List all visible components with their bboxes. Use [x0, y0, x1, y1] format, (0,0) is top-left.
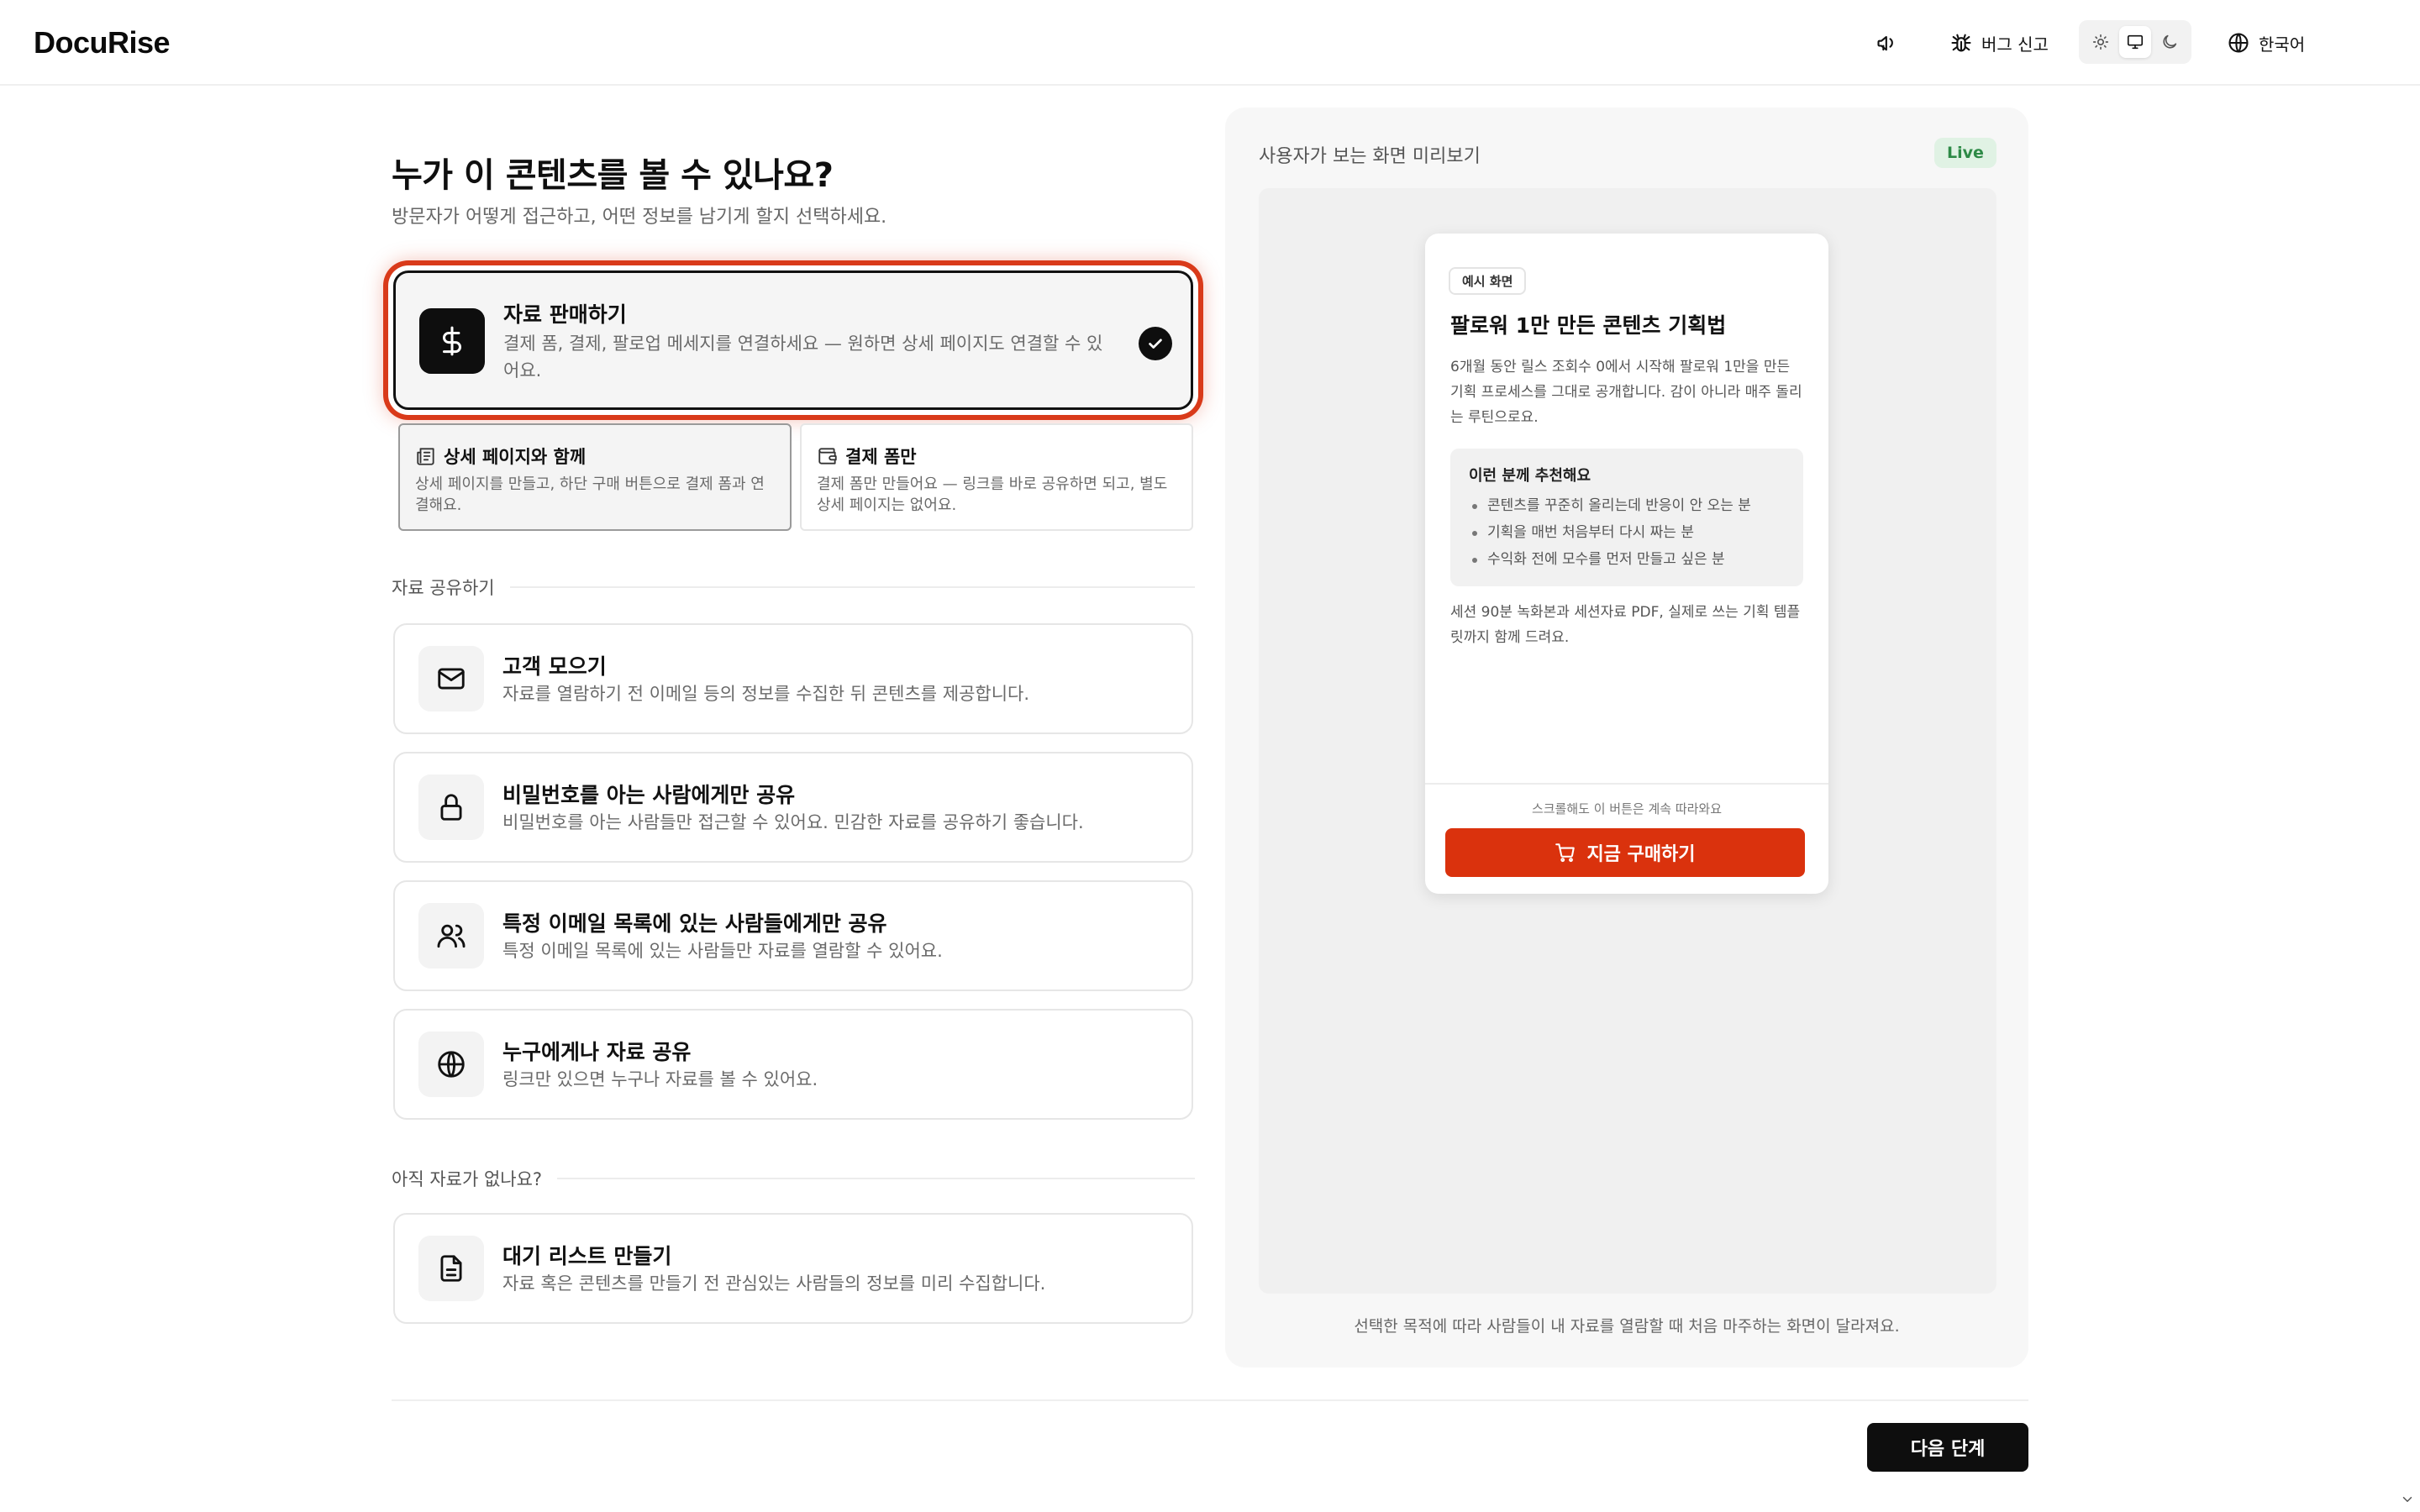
list-item: 수익화 전에 모수를 먼저 만들고 싶은 분 — [1469, 546, 1751, 573]
wallet-icon — [818, 448, 837, 465]
users-icon — [437, 924, 466, 948]
globe-icon — [438, 1051, 465, 1078]
theme-light-button[interactable] — [2085, 26, 2117, 58]
sub-option-title: 상세 페이지와 함께 — [444, 447, 587, 467]
mail-icon — [438, 668, 465, 690]
option-title: 특정 이메일 목록에 있는 사람들에게만 공유 — [502, 911, 887, 936]
option-icon-box — [418, 1236, 484, 1301]
list-item: 기획을 매번 처음부터 다시 짜는 분 — [1469, 519, 1751, 546]
option-title: 고객 모으기 — [502, 654, 607, 679]
theme-dark-button[interactable] — [2154, 26, 2186, 58]
monitor-icon — [2127, 34, 2144, 50]
document-icon — [440, 1255, 462, 1282]
option-icon-box — [418, 646, 484, 711]
section-divider — [509, 586, 1195, 588]
section-label: 자료 공유하기 — [392, 578, 495, 598]
top-header: DocuRise 버그 신고 한국어 — [0, 0, 2420, 86]
option-title: 비밀번호를 아는 사람에게만 공유 — [502, 783, 796, 807]
language-label: 한국어 — [2259, 34, 2306, 55]
sub-option-with-detail-page[interactable]: 상세 페이지와 함께 상세 페이지를 만들고, 하단 구매 버튼으로 결제 폼과… — [398, 423, 792, 531]
megaphone-icon — [1877, 35, 1893, 51]
moon-icon — [2163, 34, 2176, 49]
option-icon-box — [418, 774, 484, 840]
selected-check-icon — [1139, 327, 1172, 360]
recommend-title: 이런 분께 추천해요 — [1469, 467, 1591, 485]
option-public-share[interactable]: 누구에게나 자료 공유 링크만 있으면 누구나 자료를 볼 수 있어요. — [393, 1009, 1193, 1120]
option-description: 결제 폼, 결제, 팔로업 메세지를 연결하세요 — 원하면 상세 페이지도 연… — [503, 333, 1103, 381]
sample-badge: 예시 화면 — [1449, 267, 1527, 295]
option-email-list-share[interactable]: 특정 이메일 목록에 있는 사람들에게만 공유 특정 이메일 목록에 있는 사람… — [393, 880, 1193, 991]
option-sell-content[interactable]: 자료 판매하기 결제 폼, 결제, 팔로업 메세지를 연결하세요 — 원하면 상… — [393, 270, 1193, 410]
option-description: 특정 이메일 목록에 있는 사람들만 자료를 열람할 수 있어요. — [502, 941, 943, 961]
page-subtitle: 방문자가 어떻게 접근하고, 어떤 정보를 남기게 할지 선택하세요. — [392, 207, 887, 228]
sample-body-secondary: 세션 90분 녹화본과 세션자료 PDF, 실제로 쓰는 기획 템플릿까지 함께… — [1450, 604, 1801, 646]
announcement-button[interactable] — [1876, 24, 1899, 62]
option-description: 자료 혹은 콘텐츠를 만들기 전 관심있는 사람들의 정보를 미리 수집합니다. — [502, 1273, 1046, 1294]
sample-body: 6개월 동안 릴스 조회수 0에서 시작해 팔로워 1만을 만든 기획 프로세스… — [1450, 359, 1802, 426]
section-waitlist: 아직 자료가 없나요? — [392, 1166, 1195, 1191]
option-description: 링크만 있으면 누구나 자료를 볼 수 있어요. — [502, 1069, 818, 1089]
globe-icon — [2228, 33, 2249, 53]
dollar-icon — [442, 326, 461, 356]
chevron-down-icon[interactable] — [2400, 1492, 2415, 1507]
option-icon-box — [418, 1032, 484, 1097]
list-item: 콘텐츠를 꾸준히 올리는데 반응이 안 오는 분 — [1469, 492, 1751, 519]
option-title: 대기 리스트 만들기 — [502, 1244, 672, 1268]
option-description: 비밀번호를 아는 사람들만 접근할 수 있어요. 민감한 자료를 공유하기 좋습… — [502, 812, 1084, 832]
cart-icon — [1555, 843, 1576, 863]
bug-report-label: 버그 신고 — [1981, 34, 2049, 55]
option-description: 자료를 열람하기 전 이메일 등의 정보를 수집한 뒤 콘텐츠를 제공합니다. — [502, 684, 1030, 704]
option-icon-box — [418, 903, 484, 969]
section-share: 자료 공유하기 — [392, 575, 1195, 600]
theme-switcher — [2079, 20, 2191, 64]
preview-footer-note: 선택한 목적에 따라 사람들이 내 자료를 열람할 때 처음 마주하는 화면이 … — [1354, 1317, 1900, 1336]
option-title: 자료 판매하기 — [503, 302, 627, 327]
newspaper-icon — [417, 448, 434, 465]
scroll-note: 스크롤해도 이 버튼은 계속 따라와요 — [1531, 801, 1723, 816]
recommend-list: 콘텐츠를 꾸준히 올리는데 반응이 안 오는 분 기획을 매번 처음부터 다시 … — [1469, 492, 1751, 573]
language-selector[interactable]: 한국어 — [2227, 24, 2305, 62]
buy-now-button[interactable]: 지금 구매하기 — [1445, 828, 1805, 877]
sub-option-payment-form-only[interactable]: 결제 폼만 결제 폼만 만들어요 — 링크를 바로 공유하면 되고, 별도 상세… — [800, 423, 1193, 531]
preview-canvas[interactable]: 예시 화면 팔로워 1만 만든 콘텐츠 기획법 6개월 동안 릴스 조회수 0에… — [1259, 188, 1996, 1294]
preview-label: 사용자가 보는 화면 미리보기 — [1259, 146, 1481, 167]
sub-option-description: 상세 페이지를 만들고, 하단 구매 버튼으로 결제 폼과 연결해요. — [415, 475, 765, 514]
page-title: 누가 이 콘텐츠를 볼 수 있나요? — [392, 156, 834, 195]
section-label: 아직 자료가 없나요? — [392, 1169, 543, 1189]
sub-option-title: 결제 폼만 — [845, 447, 917, 467]
preview-panel: 사용자가 보는 화면 미리보기 Live 예시 화면 팔로워 1만 만든 콘텐츠… — [1225, 108, 2028, 1368]
lock-icon — [440, 794, 462, 821]
sample-sticky-footer: 스크롤해도 이 버튼은 계속 따라와요 지금 구매하기 — [1425, 783, 1828, 894]
sun-icon — [2093, 34, 2109, 50]
section-divider — [557, 1178, 1195, 1179]
footer-divider — [392, 1399, 2028, 1401]
option-collect-customers[interactable]: 고객 모으기 자료를 열람하기 전 이메일 등의 정보를 수집한 뒤 콘텐츠를 … — [393, 623, 1193, 734]
bug-icon — [1951, 34, 1971, 52]
option-title: 누구에게나 자료 공유 — [502, 1040, 692, 1064]
sample-title: 팔로워 1만 만든 콘텐츠 기획법 — [1450, 313, 1727, 338]
sample-page: 예시 화면 팔로워 1만 만든 콘텐츠 기획법 6개월 동안 릴스 조회수 0에… — [1425, 234, 1828, 894]
sub-option-description: 결제 폼만 만들어요 — 링크를 바로 공유하면 되고, 별도 상세 페이지는 … — [817, 475, 1168, 514]
logo[interactable]: DocuRise — [34, 25, 171, 60]
next-step-button[interactable]: 다음 단계 — [1867, 1423, 2028, 1472]
bug-report-button[interactable]: 버그 신고 — [1949, 24, 2049, 62]
theme-system-button[interactable] — [2118, 26, 2151, 58]
option-icon-box — [419, 308, 485, 374]
recommend-box: 이런 분께 추천해요 콘텐츠를 꾸준히 올리는데 반응이 안 오는 분 기획을 … — [1450, 449, 1803, 586]
option-create-waitlist[interactable]: 대기 리스트 만들기 자료 혹은 콘텐츠를 만들기 전 관심있는 사람들의 정보… — [393, 1213, 1193, 1324]
option-password-share[interactable]: 비밀번호를 아는 사람에게만 공유 비밀번호를 아는 사람들만 접근할 수 있어… — [393, 752, 1193, 863]
buy-now-label: 지금 구매하기 — [1586, 844, 1696, 865]
live-badge: Live — [1934, 138, 1996, 168]
